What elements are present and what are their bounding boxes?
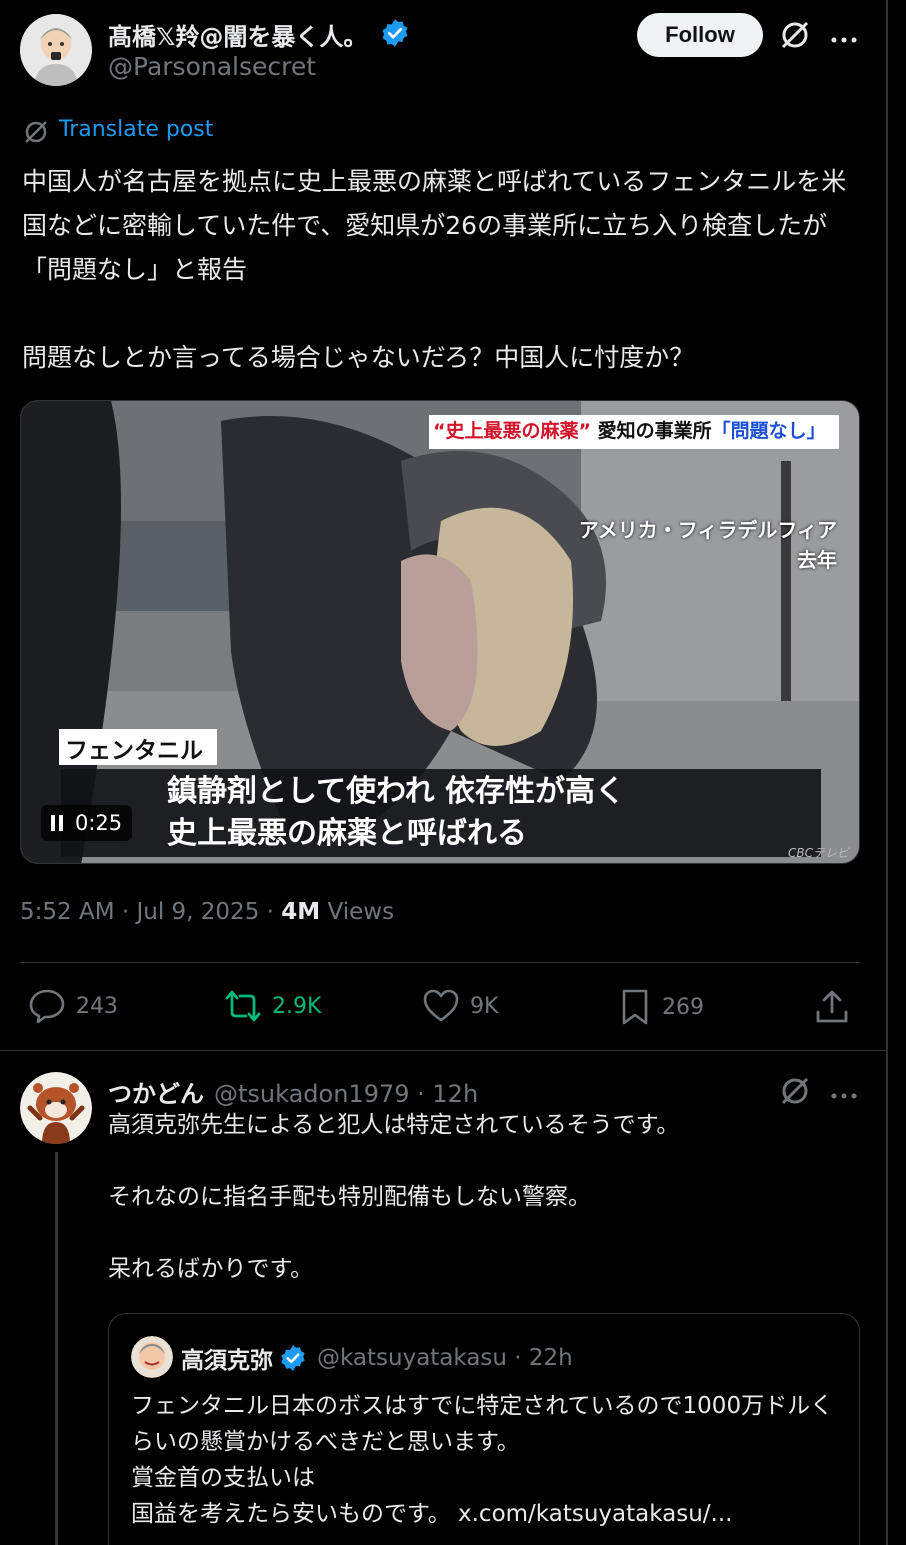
reply-author-handle[interactable]: @tsukadon1979 [214,1080,410,1108]
reply-more-options-icon[interactable] [830,1086,858,1099]
caption-quote: “史上最悪の麻薬” [433,420,591,442]
broadcaster-watermark: CBCテレビ [788,846,849,860]
reply-text: 高須克弥先生によると犯人は特定されているそうです。 それなのに指名手配も特別配備… [108,1112,680,1282]
author-handle: @Parsonalsecret [108,52,317,81]
reply-author-avatar[interactable] [20,1072,92,1144]
video-top-caption: “史上最悪の麻薬” 愛知の事業所「問題なし」 [433,417,826,445]
reply-grok-icon[interactable] [778,1074,812,1108]
heart-icon [423,989,459,1022]
more-options-icon[interactable] [830,30,858,43]
section-divider [0,1050,888,1051]
quote-header: 高須克弥 @katsuyatakasu · 22h [181,1341,573,1375]
repost-button[interactable]: 2.9K [224,988,321,1024]
repost-count: 2.9K [272,993,322,1019]
post-text: 中国人が名古屋を拠点に史上最悪の麻薬と呼ばれているフェンタニルを米国などに密輸し… [22,167,847,372]
reply-time[interactable]: · 12h [410,1080,478,1108]
quote-author-name[interactable]: 高須克弥 [181,1341,273,1375]
quoted-post[interactable]: 高須克弥 @katsuyatakasu · 22h フェンタニル日本のボスはすで… [108,1313,860,1545]
reply-count: 243 [76,993,118,1019]
repost-icon [225,990,261,1022]
location-line1: アメリカ・フィラデルフィア [578,518,837,542]
views-count: 4M [281,899,321,925]
pause-icon[interactable] [51,815,63,831]
quote-verified-badge-icon [281,1345,305,1371]
reply-icon [29,989,65,1024]
views-label: Views [320,899,395,925]
subtitle-line2: 史上最悪の麻薬と呼ばれる [167,816,527,851]
reply-header: つかどん @tsukadon1979 · 12h [108,1074,478,1109]
grok-icon[interactable] [778,18,812,52]
divider [20,962,860,963]
bookmark-icon [622,989,648,1025]
share-icon[interactable] [814,988,850,1026]
author-avatar[interactable] [20,14,92,86]
video-subtitles: 鎮静剤として使われ 依存性が高く 史上最悪の麻薬と呼ばれる [167,771,625,855]
like-button[interactable]: 9K [422,988,498,1024]
quote-author-handle[interactable]: @katsuyatakasu [317,1345,507,1371]
timeline-column: 髙橋𝕏羚@闇を暴く人。 @Parsonalsecret Follow Trans… [0,0,888,1545]
bookmark-button[interactable]: 269 [618,988,704,1026]
video-label-tag: フェンタニル [65,738,203,764]
reply-thread-line [55,1152,58,1545]
like-count: 9K [470,993,499,1019]
video-player[interactable]: “史上最悪の麻薬” 愛知の事業所「問題なし」 アメリカ・フィラデルフィア 去年 … [20,400,860,864]
video-time: 0:25 [75,811,123,835]
translate-post-link[interactable]: Translate post [59,117,213,142]
author-name[interactable]: 髙橋𝕏羚@闇を暴く人。 [108,17,367,52]
quote-text: フェンタニル日本のボスはすでに特定されているので1000万ドルくらいの懸賞かける… [131,1393,834,1527]
post-meta: 5:52 AM · Jul 9, 2025 · 4M Views [20,899,394,925]
verified-badge-icon [380,18,410,48]
video-location: アメリカ・フィラデルフィア 去年 [579,515,837,575]
quote-author-avatar[interactable] [131,1336,173,1378]
subtitle-line1: 鎮静剤として使われ 依存性が高く [167,774,626,809]
translate-icon[interactable] [22,118,50,146]
caption-main: 愛知の事業所 [597,420,712,442]
reply-author-name[interactable]: つかどん [108,1074,204,1109]
post-timestamp[interactable]: 5:52 AM · Jul 9, 2025 · [20,899,281,925]
caption-highlight: 「問題なし」 [711,420,826,442]
reply-button[interactable]: 243 [28,988,118,1024]
quote-time[interactable]: · 22h [507,1345,572,1371]
bookmark-count: 269 [662,994,704,1020]
location-line2: 去年 [797,548,837,572]
follow-button[interactable]: Follow [637,13,763,57]
video-time-badge[interactable]: 0:25 [41,805,133,841]
